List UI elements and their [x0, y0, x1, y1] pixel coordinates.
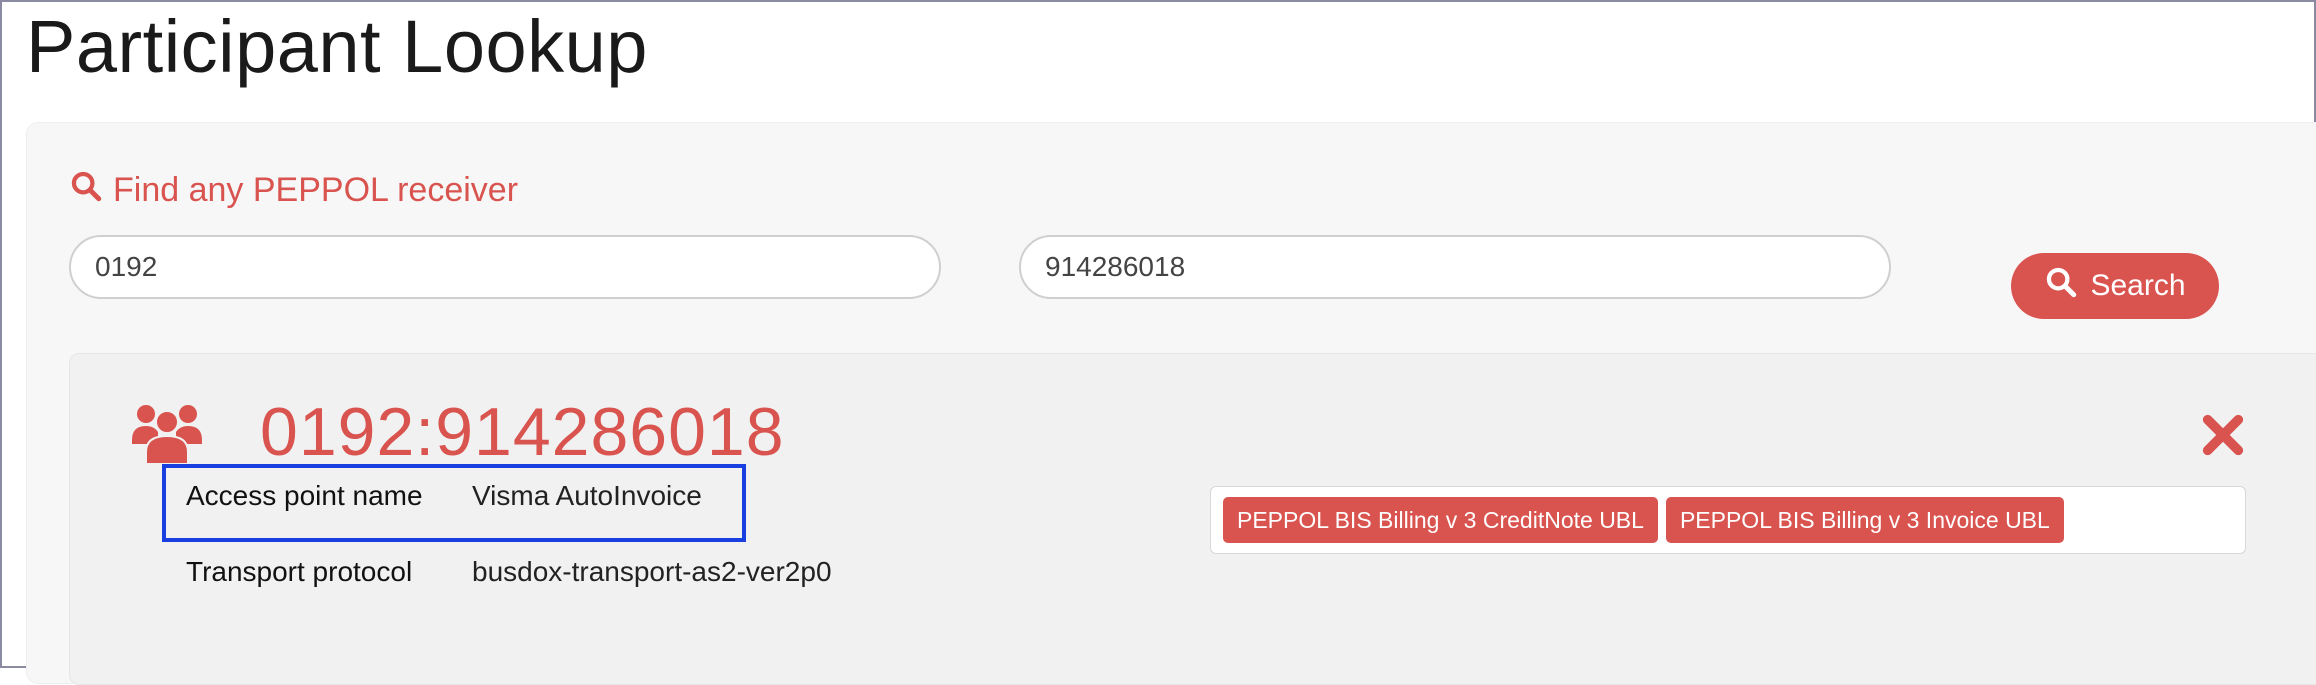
participant-id: 0192:914286018 [260, 392, 785, 472]
close-icon[interactable] [2200, 412, 2246, 458]
users-icon [132, 405, 202, 464]
access-point-label: Access point name [186, 480, 423, 511]
transport-protocol-row: Transport protocol busdox-transport-as2-… [186, 552, 832, 592]
document-types-list: PEPPOL BIS Billing v 3 CreditNote UBL PE… [1210, 486, 2246, 554]
search-button-label: Search [2090, 269, 2186, 302]
find-heading: Find any PEPPOL receiver [69, 169, 518, 212]
search-icon [2044, 265, 2078, 307]
access-point-row: Access point name Visma AutoInvoice [186, 476, 702, 516]
page-title: Participant Lookup [26, 5, 648, 88]
access-point-value: Visma AutoInvoice [472, 480, 702, 511]
search-button[interactable]: Search [2011, 253, 2219, 319]
participant-separator: : [415, 394, 436, 470]
transport-protocol-label: Transport protocol [186, 556, 413, 587]
identifier-input[interactable] [1019, 235, 1891, 299]
document-type-tag[interactable]: PEPPOL BIS Billing v 3 Invoice UBL [1665, 497, 2064, 543]
document-type-tag[interactable]: PEPPOL BIS Billing v 3 CreditNote UBL [1223, 497, 1658, 543]
lookup-panel: Find any PEPPOL receiver Search 0192:914… [26, 122, 2316, 685]
transport-protocol-value: busdox-transport-as2-ver2p0 [472, 556, 832, 587]
scheme-input[interactable] [69, 235, 941, 299]
participant-identifier: 914286018 [435, 394, 785, 470]
find-heading-text: Find any PEPPOL receiver [113, 171, 519, 209]
participant-scheme: 0192 [260, 394, 416, 470]
search-icon [69, 169, 103, 212]
result-card: 0192:914286018 Access point name Visma A… [69, 353, 2316, 685]
